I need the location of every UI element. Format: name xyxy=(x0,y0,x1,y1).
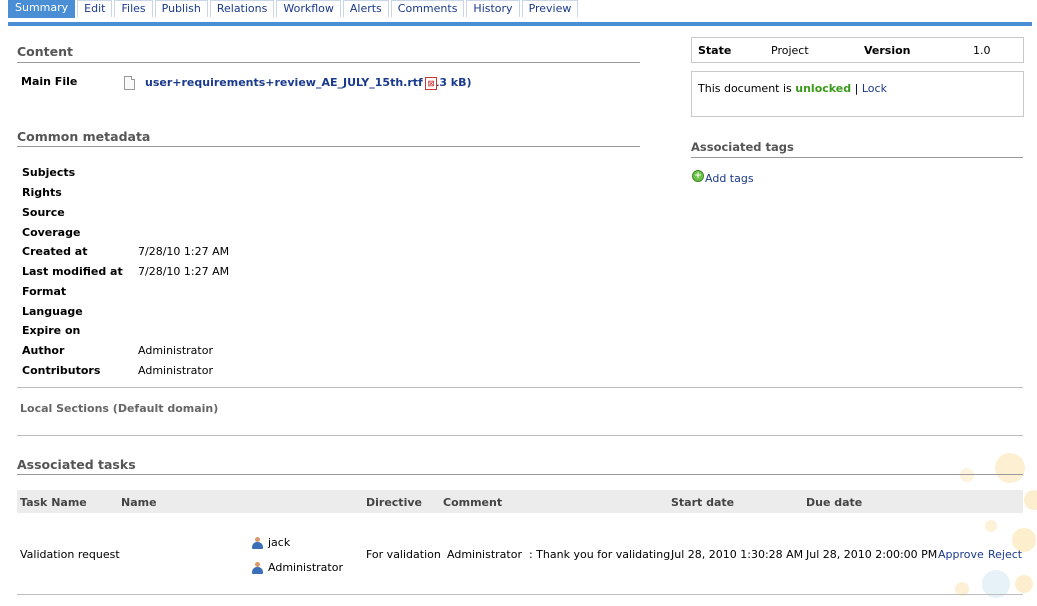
tab-bar: Summary Edit Files Publish Relations Wor… xyxy=(8,0,1032,26)
due-date-cell: Jul 28, 2010 2:00:00 PM xyxy=(806,548,938,561)
task-name-cell: Validation request xyxy=(20,548,120,561)
state-value: Project xyxy=(771,44,809,57)
add-icon[interactable]: + xyxy=(692,170,704,182)
lock-separator: | xyxy=(854,82,859,95)
author-label: Author xyxy=(22,344,65,357)
add-tags-link[interactable]: Add tags xyxy=(705,172,754,185)
state-label: State xyxy=(698,44,732,57)
metadata-end-divider xyxy=(17,387,1023,388)
content-divider xyxy=(17,62,640,63)
tasks-end-divider xyxy=(17,594,1023,595)
created-at-label: Created at xyxy=(22,245,88,258)
last-modified-label: Last modified at xyxy=(22,265,123,278)
tab-workflow[interactable]: Workflow xyxy=(276,0,341,17)
lock-status-box: This document is unlocked | Lock xyxy=(691,71,1024,117)
assignee-administrator: Administrator xyxy=(268,561,343,574)
format-label: Format xyxy=(22,285,67,298)
col-due-date: Due date xyxy=(806,496,863,509)
tab-publish[interactable]: Publish xyxy=(154,0,208,17)
last-modified-value: 7/28/10 1:27 AM xyxy=(138,265,230,278)
tab-edit[interactable]: Edit xyxy=(77,0,113,17)
tab-summary[interactable]: Summary xyxy=(8,0,76,18)
main-file-label: Main File xyxy=(21,75,78,88)
start-date-cell: Jul 28, 2010 1:30:28 AM xyxy=(671,548,804,561)
approve-link[interactable]: Approve xyxy=(938,548,984,561)
col-name: Name xyxy=(121,496,157,509)
document-icon xyxy=(124,76,135,90)
language-label: Language xyxy=(22,305,83,318)
col-comment: Comment xyxy=(443,496,503,509)
decorative-circle xyxy=(960,468,974,482)
contributors-value: Administrator xyxy=(138,364,213,377)
user-icon xyxy=(252,562,263,574)
col-start-date: Start date xyxy=(671,496,735,509)
local-sections-divider xyxy=(17,435,1023,436)
source-label: Source xyxy=(22,206,65,219)
tasks-table-header: Task Name Name Directive Comment Start d… xyxy=(17,490,1023,513)
decorative-circle xyxy=(985,520,997,532)
col-task-name: Task Name xyxy=(20,496,87,509)
lock-status-prefix: This document is xyxy=(698,82,792,95)
user-icon xyxy=(252,537,263,549)
pdf-icon[interactable]: ⊠ xyxy=(425,77,437,90)
directive-cell: For validation xyxy=(366,548,441,561)
comment-cell: Administrator : Thank you for validating xyxy=(447,548,671,561)
lock-status-value: unlocked xyxy=(795,82,852,95)
version-value: 1.0 xyxy=(973,44,991,57)
rights-label: Rights xyxy=(22,186,62,199)
tab-comments[interactable]: Comments xyxy=(390,0,465,17)
tasks-divider xyxy=(17,474,1023,475)
created-at-value: 7/28/10 1:27 AM xyxy=(138,245,230,258)
main-file-link[interactable]: user+requirements+review_AE_JULY_15th.rt… xyxy=(145,76,472,89)
metadata-divider xyxy=(17,146,640,147)
assignee-jack: jack xyxy=(268,536,291,549)
decorative-circle xyxy=(995,453,1025,483)
coverage-label: Coverage xyxy=(22,226,81,239)
expire-on-label: Expire on xyxy=(22,324,81,337)
tab-preview[interactable]: Preview xyxy=(521,0,579,17)
tab-history[interactable]: History xyxy=(466,0,520,17)
decorative-circle xyxy=(1024,490,1037,510)
subjects-label: Subjects xyxy=(22,166,76,179)
reject-link[interactable]: Reject xyxy=(988,548,1022,561)
contributors-label: Contributors xyxy=(22,364,101,377)
tags-divider xyxy=(691,157,1023,158)
lock-link[interactable]: Lock xyxy=(862,82,887,95)
col-directive: Directive xyxy=(366,496,422,509)
lock-status-line: This document is unlocked | Lock xyxy=(698,82,887,95)
content-section-title: Content xyxy=(17,44,73,59)
metadata-section-title: Common metadata xyxy=(17,129,151,144)
author-value: Administrator xyxy=(138,344,213,357)
version-label: Version xyxy=(864,44,911,57)
local-sections-title: Local Sections (Default domain) xyxy=(20,402,219,415)
tab-alerts[interactable]: Alerts xyxy=(342,0,389,17)
tags-section-title: Associated tags xyxy=(691,140,794,154)
tab-relations[interactable]: Relations xyxy=(209,0,275,17)
tasks-section-title: Associated tasks xyxy=(17,457,136,472)
state-version-box: State Project Version 1.0 xyxy=(691,37,1024,63)
tab-files[interactable]: Files xyxy=(114,0,153,17)
decorative-circle xyxy=(1015,575,1033,593)
